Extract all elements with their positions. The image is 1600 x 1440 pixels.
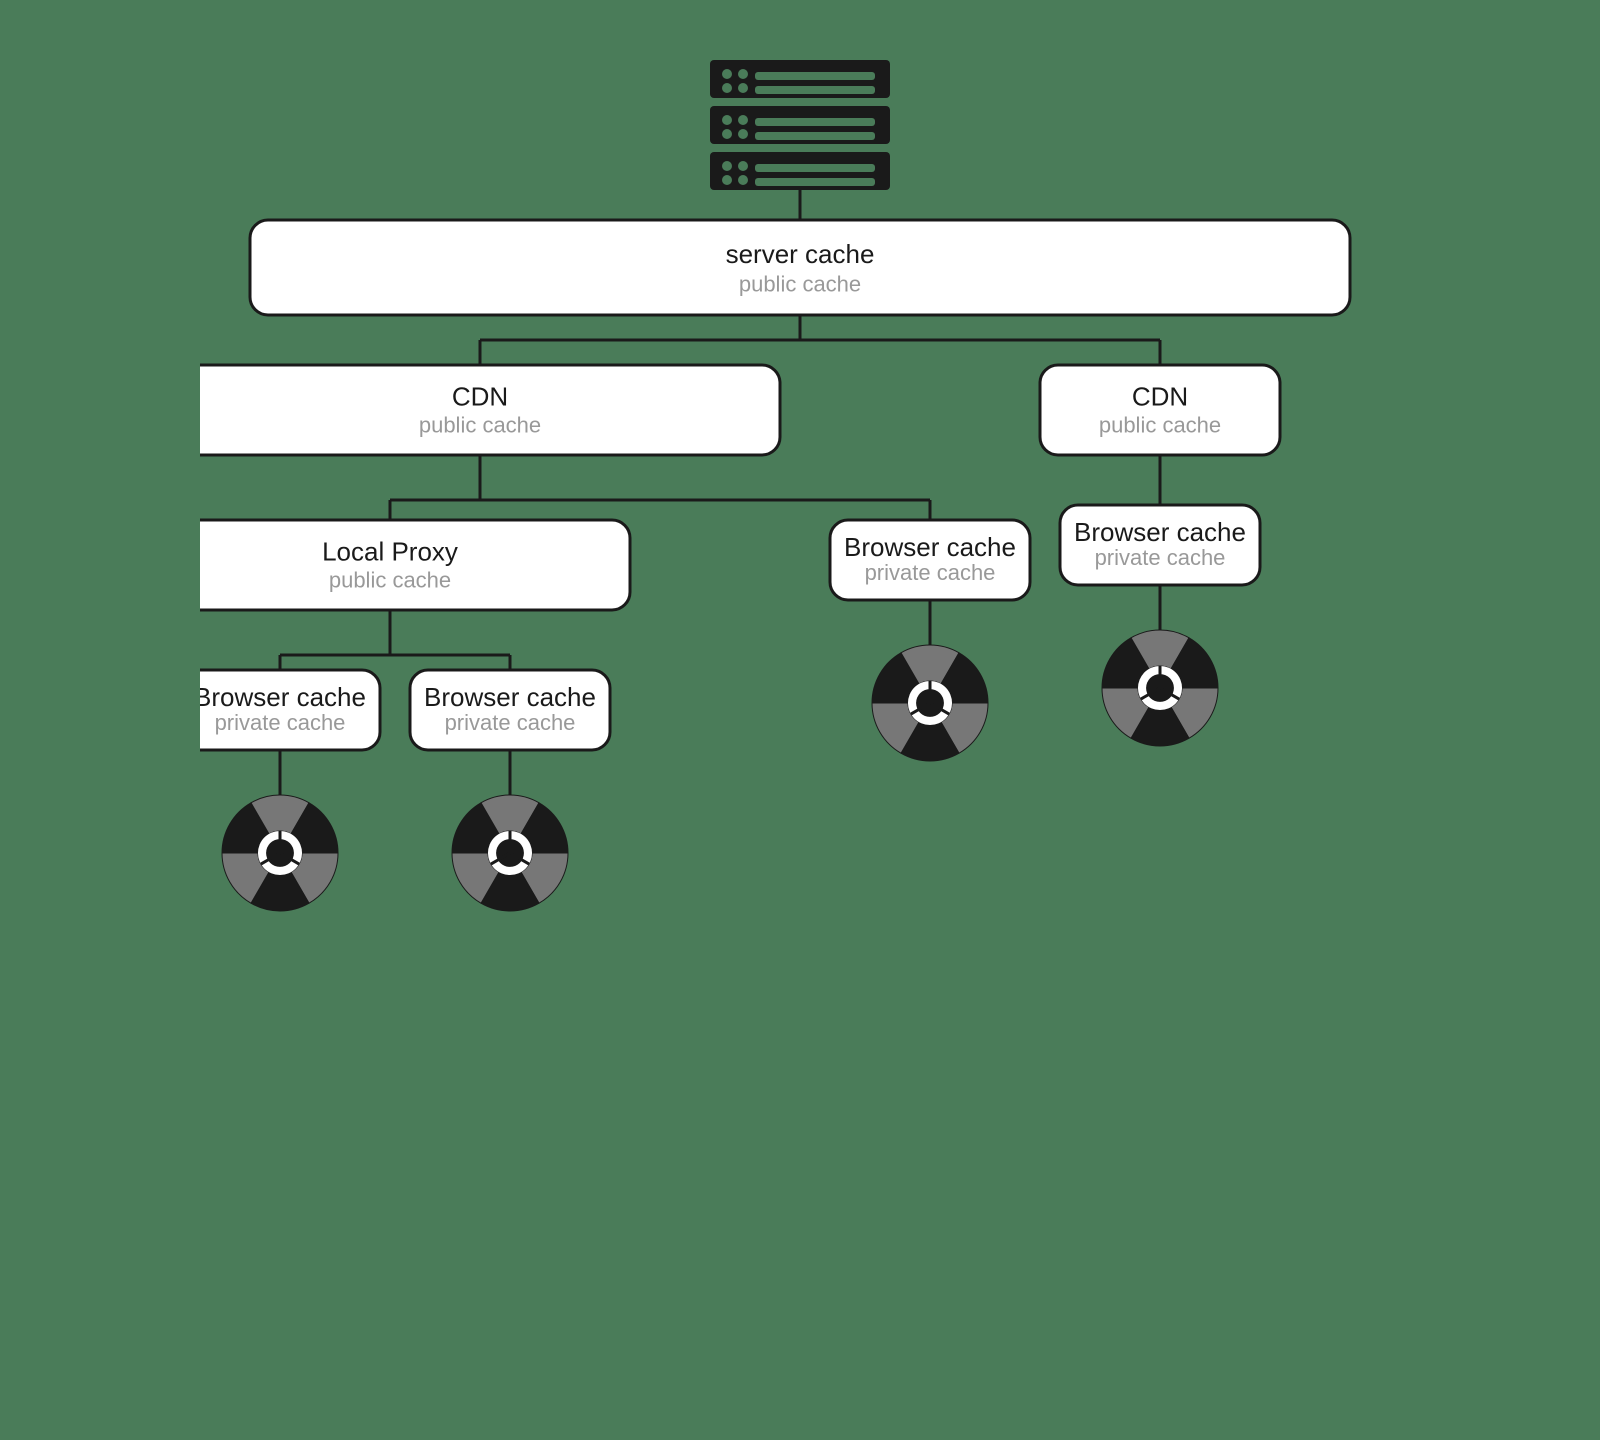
svg-text:private cache: private cache — [215, 710, 346, 735]
svg-text:CDN: CDN — [452, 382, 508, 412]
svg-text:CDN: CDN — [1132, 382, 1188, 412]
svg-text:public cache: public cache — [739, 271, 861, 296]
svg-text:public cache: public cache — [329, 568, 451, 593]
svg-text:public cache: public cache — [1099, 413, 1221, 438]
svg-text:private cache: private cache — [1095, 545, 1226, 570]
svg-text:private cache: private cache — [865, 560, 996, 585]
svg-text:Browser cache: Browser cache — [424, 682, 596, 712]
svg-text:private cache: private cache — [445, 710, 576, 735]
full-diagram: server cachepublic cacheCDNpublic cacheC… — [200, 30, 1400, 1410]
svg-text:server cache: server cache — [726, 239, 875, 269]
svg-text:Browser cache: Browser cache — [200, 682, 366, 712]
svg-text:public cache: public cache — [419, 413, 541, 438]
svg-text:Browser cache: Browser cache — [844, 532, 1016, 562]
svg-text:Local Proxy: Local Proxy — [322, 537, 458, 567]
svg-text:Browser cache: Browser cache — [1074, 517, 1246, 547]
